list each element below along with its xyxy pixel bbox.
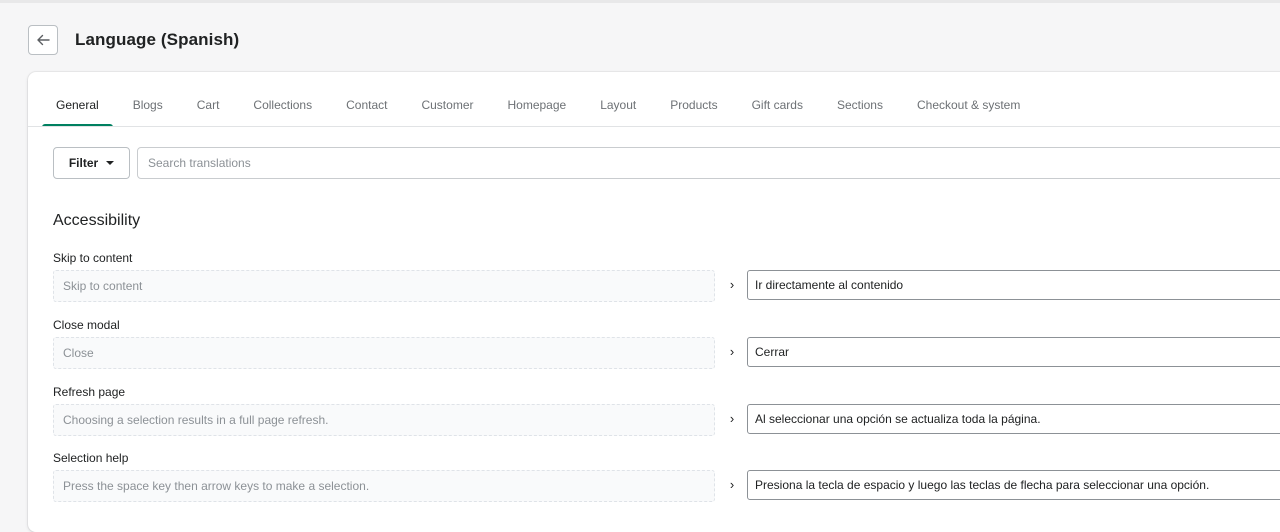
row-label: Skip to content — [53, 251, 133, 265]
tab-collections[interactable]: Collections — [239, 84, 326, 126]
page-header: Language (Spanish) — [28, 24, 239, 56]
arrow-left-icon — [37, 34, 50, 46]
translations-card: General Blogs Cart Collections Contact C… — [28, 72, 1280, 532]
tab-cart[interactable]: Cart — [183, 84, 234, 126]
source-text: Close — [53, 337, 715, 369]
tab-customer[interactable]: Customer — [407, 84, 487, 126]
source-text-value: Press the space key then arrow keys to m… — [63, 479, 370, 493]
tab-contact[interactable]: Contact — [332, 84, 401, 126]
filter-label: Filter — [68, 156, 99, 170]
tab-checkout-system[interactable]: Checkout & system — [903, 84, 1034, 126]
translation-input[interactable] — [747, 470, 1280, 500]
tab-sections[interactable]: Sections — [823, 84, 897, 126]
chevron-right-icon: › — [729, 411, 735, 426]
translation-input[interactable] — [747, 404, 1280, 434]
row-label: Refresh page — [53, 385, 126, 399]
source-text: Choosing a selection results in a full p… — [53, 404, 715, 436]
page-title: Language (Spanish) — [75, 30, 240, 49]
tab-general[interactable]: General — [42, 84, 113, 127]
source-text: Skip to content — [53, 270, 715, 302]
source-text: Press the space key then arrow keys to m… — [53, 470, 715, 502]
source-text-value: Close — [63, 346, 94, 360]
translation-input[interactable] — [747, 337, 1280, 367]
section-title: Accessibility — [53, 212, 141, 229]
row-label: Close modal — [53, 318, 120, 332]
filter-button[interactable]: Filter — [53, 147, 130, 179]
source-text-value: Choosing a selection results in a full p… — [63, 413, 329, 427]
chevron-right-icon: › — [729, 344, 735, 359]
row-label: Selection help — [53, 451, 129, 465]
tab-bar: General Blogs Cart Collections Contact C… — [42, 84, 1280, 127]
top-edge — [0, 0, 1280, 3]
tab-blogs[interactable]: Blogs — [119, 84, 177, 126]
tab-gift-cards[interactable]: Gift cards — [738, 84, 817, 126]
chevron-right-icon: › — [729, 277, 735, 292]
tab-products[interactable]: Products — [656, 84, 731, 126]
tab-homepage[interactable]: Homepage — [493, 84, 580, 126]
caret-down-icon — [106, 161, 115, 165]
source-text-value: Skip to content — [63, 279, 143, 293]
search-input[interactable] — [137, 147, 1280, 179]
chevron-right-icon: › — [729, 477, 735, 492]
back-button[interactable] — [28, 25, 58, 55]
translation-input[interactable] — [747, 270, 1280, 300]
tabs-divider — [28, 126, 1280, 127]
tab-layout[interactable]: Layout — [586, 84, 650, 126]
